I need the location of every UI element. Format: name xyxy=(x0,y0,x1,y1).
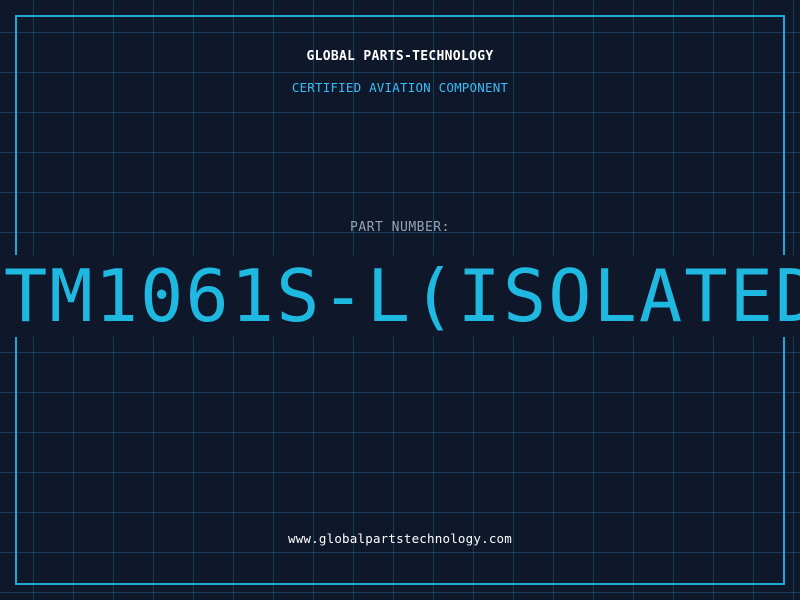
company-name: GLOBAL PARTS-TECHNOLOGY xyxy=(306,49,494,64)
part-number-band: TM1061S-L(ISOLATED) xyxy=(0,255,800,337)
part-number-label: PART NUMBER: xyxy=(350,220,450,235)
part-number-value: TM1061S-L(ISOLATED) xyxy=(4,255,800,337)
part-card: GLOBAL PARTS-TECHNOLOGY CERTIFIED AVIATI… xyxy=(0,0,800,600)
certification-tagline: CERTIFIED AVIATION COMPONENT xyxy=(291,80,509,95)
website-url: www.globalpartstechnology.com xyxy=(287,531,513,546)
